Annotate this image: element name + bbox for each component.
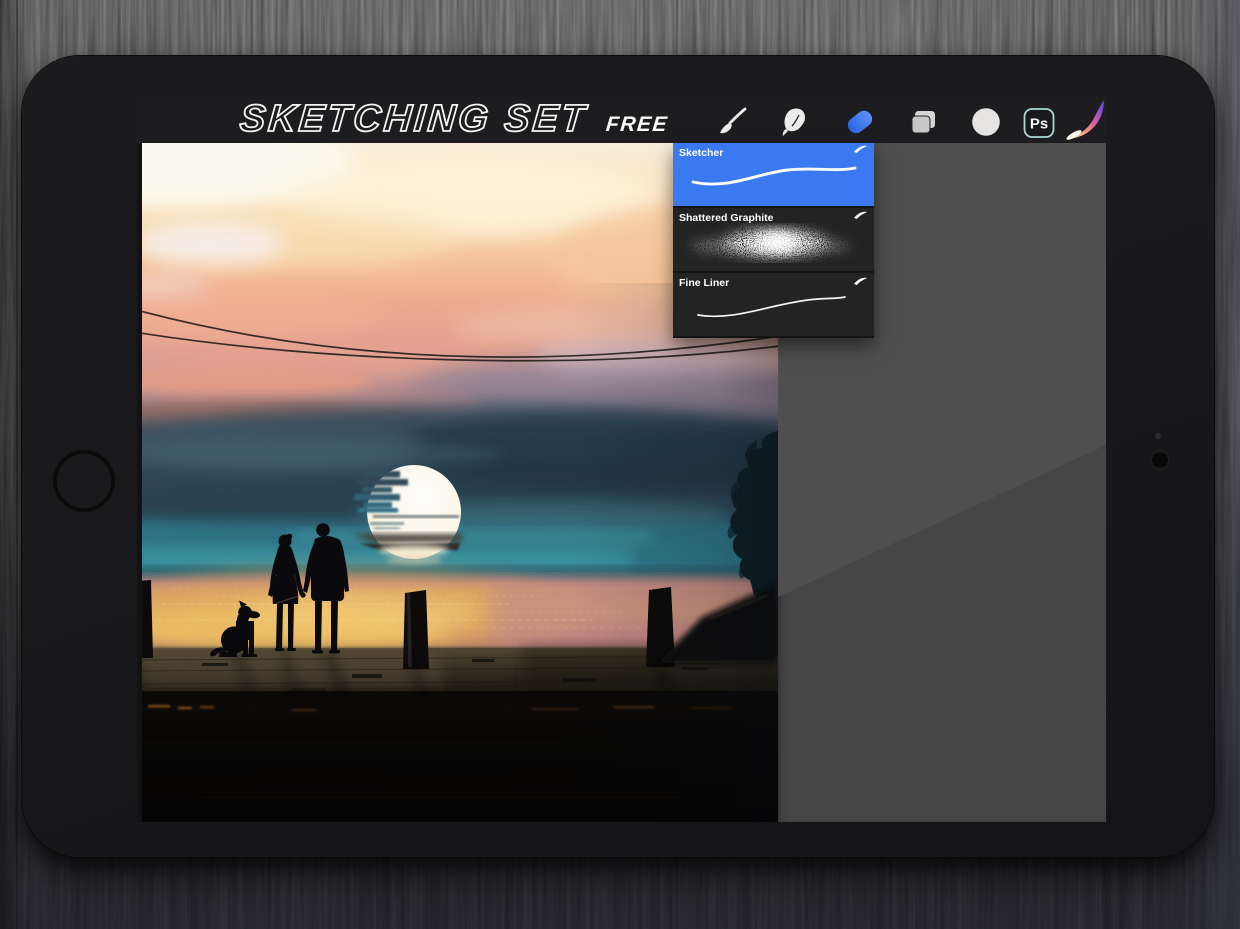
- svg-text:Ps: Ps: [1030, 116, 1048, 133]
